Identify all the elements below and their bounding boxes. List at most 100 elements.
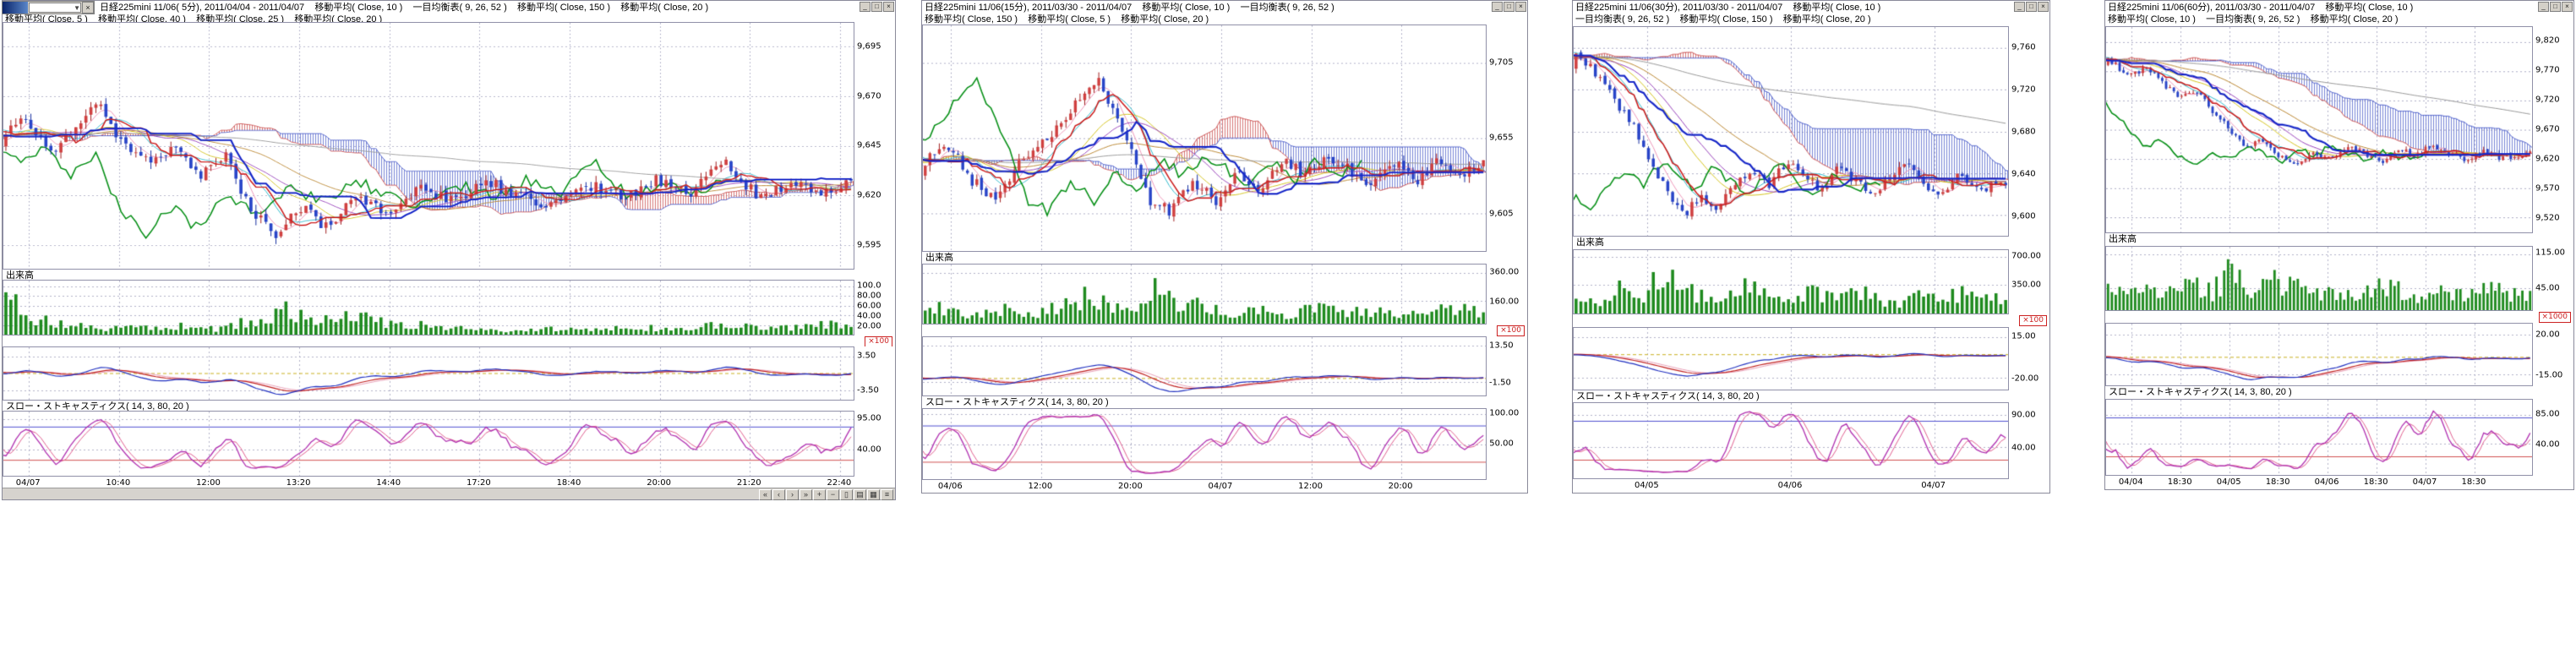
scroll-end-icon[interactable]: » bbox=[800, 489, 812, 500]
axis-label: 360.00 bbox=[1489, 268, 1519, 277]
macd-section-label: 移動平均( Close, 75 ) MACD( 12, 26, 9 ) ×100 bbox=[1573, 314, 2049, 327]
volume-chart[interactable] bbox=[3, 280, 854, 335]
chart-window-titlebar[interactable]: 日経225mini 11/06(15分), 2011/03/30 - 2011/… bbox=[922, 1, 1527, 25]
scroll-start-icon[interactable]: « bbox=[759, 489, 772, 500]
stoch-chart[interactable] bbox=[3, 411, 854, 477]
volume-multiplier-badge: ×100 bbox=[865, 336, 892, 346]
scroll-right-icon[interactable]: › bbox=[786, 489, 799, 500]
mini-close-button[interactable]: × bbox=[82, 2, 94, 14]
macd-pane: 20.00-15.00 bbox=[2105, 323, 2573, 386]
price-canvas bbox=[3, 23, 854, 268]
price-chart[interactable] bbox=[1573, 26, 2009, 237]
chart-indicator-legend: 一目均衡表( 9, 26, 52 ) 移動平均( Close, 150 ) 移動… bbox=[1575, 14, 2034, 25]
close-button[interactable]: × bbox=[2038, 2, 2049, 12]
price-chart[interactable] bbox=[3, 22, 854, 269]
window-controls: _□× bbox=[860, 2, 894, 12]
axis-label: 700.00 bbox=[2011, 251, 2041, 260]
chart-window-titlebar[interactable]: 日経225mini 11/06(30分), 2011/03/30 - 2011/… bbox=[1573, 1, 2049, 26]
grid-toggle-icon[interactable]: ▦ bbox=[867, 489, 880, 500]
axis-label: 9,645 bbox=[857, 141, 881, 150]
chevron-down-icon: ▼ bbox=[74, 4, 80, 12]
volume-label: 出来高 bbox=[2109, 234, 2137, 244]
minimize-button[interactable]: _ bbox=[860, 2, 870, 12]
close-button[interactable]: × bbox=[883, 2, 894, 12]
x-axis-label: 13:20 bbox=[287, 478, 311, 488]
stoch-chart[interactable] bbox=[2105, 399, 2533, 476]
stoch-pane: 90.0040.00 bbox=[1573, 402, 2049, 479]
volume-label: 出来高 bbox=[925, 253, 953, 263]
candle-mode-icon[interactable]: ▯ bbox=[840, 489, 853, 500]
x-axis-label: 04/06 bbox=[1778, 481, 1803, 490]
stoch-axis: 100.00 50.00 bbox=[1487, 408, 1527, 480]
volume-chart[interactable] bbox=[1573, 249, 2009, 314]
axis-label: 100.00 bbox=[1489, 408, 1519, 417]
zoom-out-icon[interactable]: − bbox=[827, 489, 839, 500]
restore-button[interactable]: □ bbox=[2026, 2, 2037, 12]
axis-label: 9,605 bbox=[1489, 210, 1514, 219]
axis-label: 45.00 bbox=[2535, 283, 2560, 292]
time-axis: 04/0710:4012:0013:2014:4017:2018:4020:00… bbox=[3, 477, 895, 488]
stoch-pane: 85.0040.00 bbox=[2105, 399, 2573, 476]
statusbar-tools: «‹›»+−▯▤▦≡ bbox=[759, 489, 893, 500]
chart-window-titlebar[interactable]: 日経225mini 11/06( 5分), 2011/04/04 - 2011/… bbox=[3, 1, 895, 22]
stoch-section-label: スロー・ストキャスティクス( 14, 3, 80, 20 ) bbox=[3, 401, 895, 412]
zoom-in-icon[interactable]: + bbox=[813, 489, 826, 500]
stoch-label: スロー・ストキャスティクス( 14, 3, 80, 20 ) bbox=[1576, 391, 1760, 401]
volume-canvas bbox=[3, 281, 854, 335]
period-selector-combobox[interactable]: ▼ bbox=[29, 3, 81, 13]
chart-window-30min: 日経225mini 11/06(30分), 2011/03/30 - 2011/… bbox=[1572, 0, 2050, 494]
x-axis-label: 04/06 bbox=[938, 482, 963, 491]
price-canvas bbox=[2106, 27, 2532, 232]
macd-chart[interactable] bbox=[3, 346, 854, 401]
axis-label: 95.00 bbox=[857, 414, 881, 423]
macd-chart[interactable] bbox=[1573, 327, 2009, 390]
restore-button[interactable]: □ bbox=[1504, 2, 1514, 12]
price-chart[interactable] bbox=[2105, 26, 2533, 233]
x-axis-label: 18:30 bbox=[2462, 477, 2486, 487]
settings-icon[interactable]: ≡ bbox=[881, 489, 893, 500]
chart-window-titlebar[interactable]: 日経225mini 11/06(60分), 2011/03/30 - 2011/… bbox=[2105, 1, 2573, 26]
macd-canvas bbox=[3, 347, 854, 400]
axis-label: 20.00 bbox=[857, 321, 881, 330]
axis-label: 50.00 bbox=[1489, 439, 1514, 449]
volume-label: 出来高 bbox=[6, 270, 34, 281]
chart-title: 日経225mini 11/06( 5分), 2011/04/04 - 2011/… bbox=[5, 2, 880, 14]
volume-chart[interactable] bbox=[2105, 246, 2533, 311]
minimize-button[interactable]: _ bbox=[2538, 2, 2549, 12]
window-controls: _□× bbox=[2014, 2, 2049, 12]
mini-window-titlebar[interactable] bbox=[3, 2, 28, 14]
macd-chart[interactable] bbox=[2105, 323, 2533, 386]
volume-axis: 115.0045.00 bbox=[2533, 246, 2573, 311]
close-button[interactable]: × bbox=[2562, 2, 2573, 12]
minimize-button[interactable]: _ bbox=[1492, 2, 1503, 12]
price-chart[interactable] bbox=[922, 25, 1487, 252]
axis-label: 9,770 bbox=[2535, 66, 2560, 75]
volume-axis: 100.080.0060.0040.0020.00 bbox=[854, 280, 895, 335]
x-axis-label: 18:30 bbox=[2168, 477, 2192, 487]
volume-canvas bbox=[1574, 250, 2008, 314]
axis-label: 350.00 bbox=[2011, 281, 2041, 290]
x-axis-label: 04/06 bbox=[2315, 477, 2339, 487]
axis-label: 9,705 bbox=[1489, 57, 1514, 67]
minimize-button[interactable]: _ bbox=[2014, 2, 2025, 12]
mini-toolbar: ▼ × bbox=[2, 1, 95, 14]
volume-multiplier-badge: ×100 bbox=[2019, 315, 2047, 326]
scroll-left-icon[interactable]: ‹ bbox=[772, 489, 785, 500]
volume-pane: 700.00 350.00 bbox=[1573, 249, 2049, 314]
stoch-axis: 90.0040.00 bbox=[2009, 402, 2049, 479]
price-pane: 9,8209,7709,7209,6709,6209,5709,520 bbox=[2105, 26, 2573, 233]
statusbar: «‹›»+−▯▤▦≡ bbox=[3, 488, 895, 499]
bar-mode-icon[interactable]: ▤ bbox=[854, 489, 866, 500]
volume-chart[interactable] bbox=[922, 264, 1487, 324]
restore-button[interactable]: □ bbox=[2550, 2, 2561, 12]
close-button[interactable]: × bbox=[1515, 2, 1526, 12]
price-canvas bbox=[1574, 27, 2008, 237]
stoch-chart[interactable] bbox=[1573, 402, 2009, 479]
axis-label: 9,595 bbox=[857, 241, 881, 250]
stoch-chart[interactable] bbox=[922, 408, 1487, 480]
restore-button[interactable]: □ bbox=[871, 2, 882, 12]
macd-chart[interactable] bbox=[922, 336, 1487, 396]
chart-window-15min: 日経225mini 11/06(15分), 2011/03/30 - 2011/… bbox=[921, 0, 1528, 494]
axis-label: 9,600 bbox=[2011, 211, 2036, 221]
macd-axis: 3.50-3.50 bbox=[854, 346, 895, 401]
